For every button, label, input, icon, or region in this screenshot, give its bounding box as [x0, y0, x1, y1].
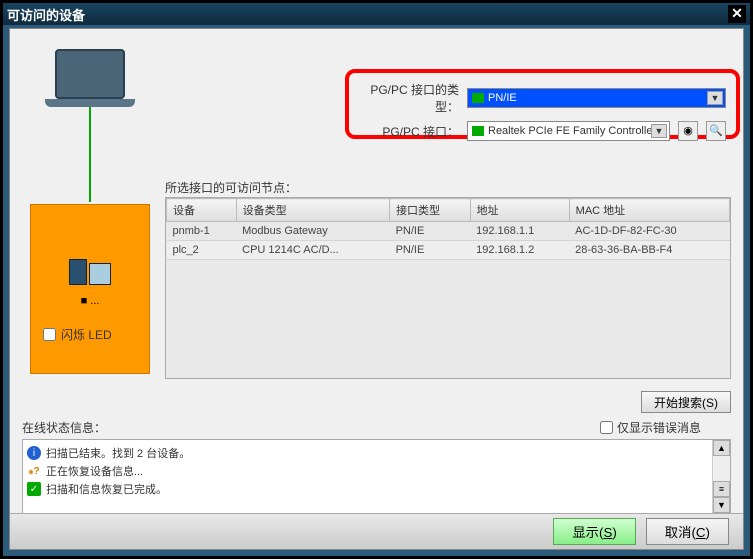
network-icon [472, 93, 484, 103]
cancel-button[interactable]: 取消(C) [646, 518, 729, 545]
table-row[interactable]: plc_2 CPU 1214C AC/D... PN/IE 192.168.1.… [167, 241, 730, 260]
configure-button[interactable]: 🔍 [706, 121, 726, 141]
flash-led-label: 闪烁 LED [61, 326, 112, 343]
col-device-type[interactable]: 设备类型 [236, 199, 389, 222]
devices-table-wrap: 设备 设备类型 接口类型 地址 MAC 地址 pnmb-1 Modbus Gat… [165, 197, 731, 379]
nodes-label: 所选接口的可访问节点： [165, 179, 297, 196]
cell-addr: 192.168.1.2 [470, 241, 569, 260]
status-title: 在线状态信息： [22, 419, 600, 436]
interface-row: PG/PC 接口： Realtek PCIe FE Family Control… [359, 121, 726, 141]
status-item: ⁎? 正在恢复设备信息... [27, 462, 708, 480]
cell-mac: AC-1D-DF-82-FC-30 [569, 222, 729, 241]
device-display-icon [89, 263, 111, 285]
dialog-footer: 显示(S) 取消(C) [10, 513, 743, 549]
nic-icon [472, 126, 484, 136]
show-button[interactable]: 显示(S) [553, 518, 635, 545]
chevron-down-icon[interactable]: ▼ [707, 91, 723, 105]
laptop-icon [55, 49, 125, 99]
refresh-button[interactable]: ◉ [678, 121, 698, 141]
device-dots: ■ ... [31, 295, 149, 307]
errors-only-checkbox[interactable] [600, 421, 613, 434]
status-list: i 扫描已结束。找到 2 台设备。 ⁎? 正在恢复设备信息... ✓ 扫描和信息… [23, 440, 712, 513]
cell-type: CPU 1214C AC/D... [236, 241, 389, 260]
warn-icon: ⁎? [27, 464, 41, 478]
search-button-row: 开始搜索(S) [641, 391, 731, 413]
cell-device: plc_2 [167, 241, 237, 260]
device-preview-box: ■ ... 闪烁 LED [30, 204, 150, 374]
device-module-icon [69, 259, 87, 285]
cable-icon [89, 107, 91, 202]
status-item: ✓ 扫描和信息恢复已完成。 [27, 480, 708, 498]
close-button[interactable]: ✕ [728, 5, 746, 23]
cell-addr: 192.168.1.1 [470, 222, 569, 241]
scroll-up-icon[interactable]: ▲ [713, 440, 730, 456]
table-header-row: 设备 设备类型 接口类型 地址 MAC 地址 [167, 199, 730, 222]
status-header: 在线状态信息： 仅显示错误消息 [22, 419, 731, 436]
cancel-label: 取消(C) [665, 525, 710, 540]
scroll-menu-icon[interactable]: ≡ [713, 481, 730, 497]
interface-value: Realtek PCIe FE Family Controller [488, 125, 656, 137]
interface-type-label: PG/PC 接口的类型： [359, 81, 459, 115]
status-item: i 扫描已结束。找到 2 台设备。 [27, 444, 708, 462]
cell-type: Modbus Gateway [236, 222, 389, 241]
check-icon: ✓ [27, 482, 41, 496]
interface-type-dropdown[interactable]: PN/IE ▼ [467, 88, 726, 108]
interface-dropdown[interactable]: Realtek PCIe FE Family Controller ▼ [467, 121, 670, 141]
show-label: 显示(S) [572, 525, 616, 540]
errors-only-option[interactable]: 仅显示错误消息 [600, 419, 701, 436]
cell-iface: PN/IE [390, 222, 471, 241]
laptop-base-icon [45, 99, 135, 107]
status-scrollbar[interactable]: ▲ ≡ ▼ [712, 440, 730, 513]
start-search-button[interactable]: 开始搜索(S) [641, 391, 731, 413]
col-address[interactable]: 地址 [470, 199, 569, 222]
interface-label: PG/PC 接口： [359, 123, 459, 140]
status-text: 扫描和信息恢复已完成。 [46, 481, 167, 497]
table-row[interactable]: pnmb-1 Modbus Gateway PN/IE 192.168.1.1 … [167, 222, 730, 241]
flash-led-checkbox[interactable] [43, 328, 56, 341]
cell-iface: PN/IE [390, 241, 471, 260]
device-icon [55, 255, 125, 285]
flash-led-option[interactable]: 闪烁 LED [43, 326, 112, 343]
status-box: i 扫描已结束。找到 2 台设备。 ⁎? 正在恢复设备信息... ✓ 扫描和信息… [22, 439, 731, 514]
cell-mac: 28-63-36-BA-BB-F4 [569, 241, 729, 260]
info-icon: i [27, 446, 41, 460]
start-search-label: 开始搜索(S) [654, 396, 718, 410]
interface-type-value: PN/IE [488, 92, 517, 104]
content-area: ■ ... 闪烁 LED PG/PC 接口的类型： PN/IE ▼ PG/PC [9, 28, 744, 550]
interface-highlight: PG/PC 接口的类型： PN/IE ▼ PG/PC 接口： Realtek P… [345, 69, 740, 139]
scroll-track[interactable] [713, 456, 730, 481]
devices-table: 设备 设备类型 接口类型 地址 MAC 地址 pnmb-1 Modbus Gat… [166, 198, 730, 260]
errors-only-label: 仅显示错误消息 [617, 419, 701, 436]
col-device[interactable]: 设备 [167, 199, 237, 222]
scroll-down-icon[interactable]: ▼ [713, 497, 730, 513]
status-text: 正在恢复设备信息... [46, 463, 143, 479]
cell-device: pnmb-1 [167, 222, 237, 241]
col-mac[interactable]: MAC 地址 [569, 199, 729, 222]
interface-type-row: PG/PC 接口的类型： PN/IE ▼ [359, 81, 726, 115]
dialog-window: 可访问的设备 ✕ ■ ... 闪烁 LED [0, 0, 753, 559]
window-title: 可访问的设备 [7, 5, 728, 24]
titlebar: 可访问的设备 ✕ [3, 3, 750, 25]
upper-panel: ■ ... 闪烁 LED PG/PC 接口的类型： PN/IE ▼ PG/PC [10, 29, 743, 389]
chevron-down-icon[interactable]: ▼ [651, 124, 667, 138]
col-interface-type[interactable]: 接口类型 [390, 199, 471, 222]
laptop-graphic [40, 49, 140, 202]
status-text: 扫描已结束。找到 2 台设备。 [46, 445, 190, 461]
status-section: 在线状态信息： 仅显示错误消息 i 扫描已结束。找到 2 台设备。 ⁎? 正在恢… [22, 419, 731, 514]
